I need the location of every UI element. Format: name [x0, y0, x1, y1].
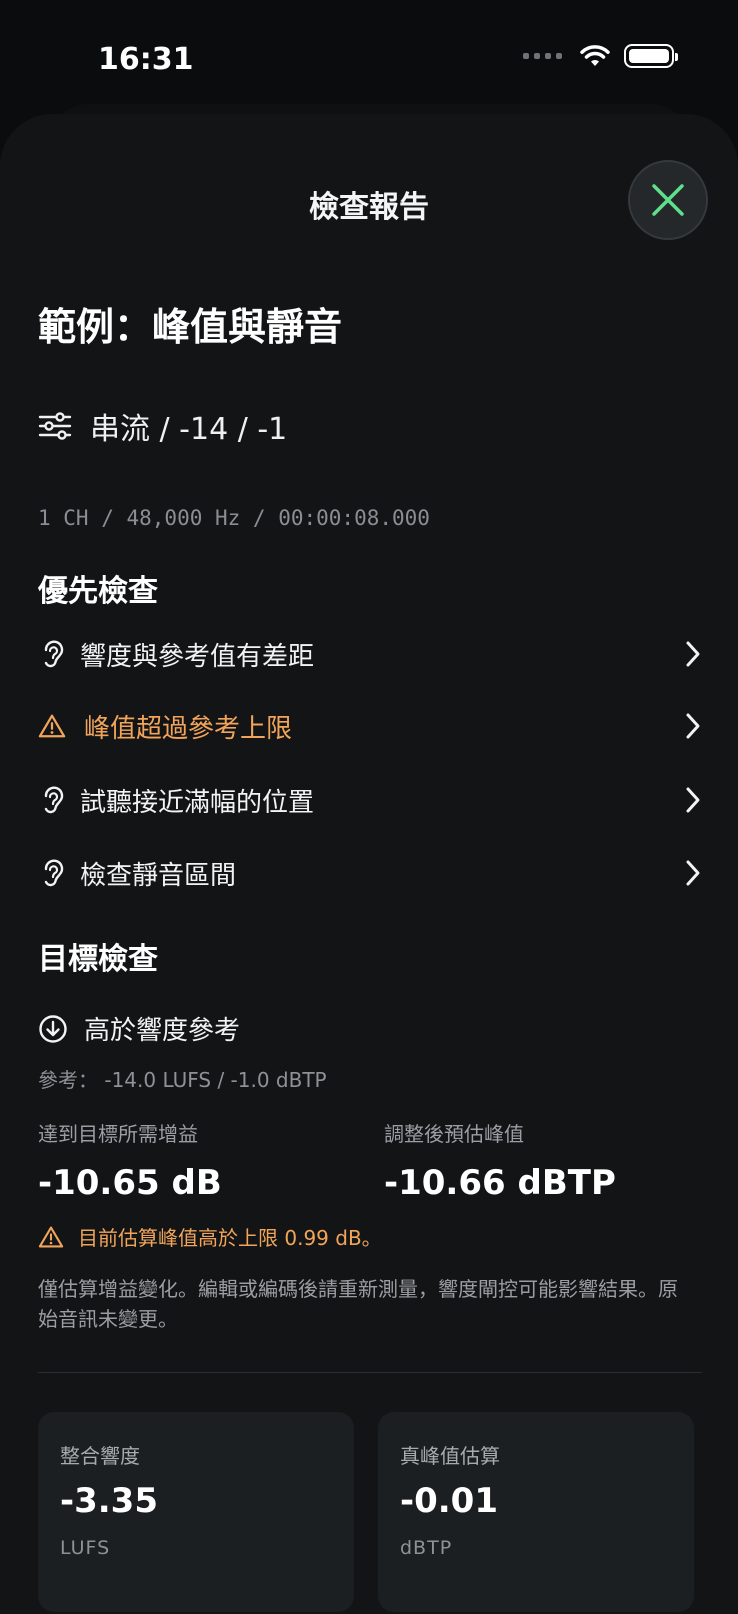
target-status-label: 高於響度參考 [84, 1016, 241, 1046]
divider [38, 1372, 702, 1373]
peak-value: -10.66 dBTP [384, 1163, 616, 1203]
chevron-right-icon [686, 860, 700, 886]
chevron-right-icon [686, 787, 700, 813]
close-button[interactable] [628, 160, 708, 240]
ear-icon [38, 857, 66, 889]
warning-icon [38, 1226, 64, 1247]
status-bar: 16:31 [0, 0, 738, 120]
card-value: -0.01 [400, 1481, 498, 1521]
peak-metric: 調整後預估峰值 -10.66 dBTP [384, 1118, 616, 1203]
list-item-label: 檢查靜音區間 [80, 860, 237, 891]
report-sheet: 檢查報告 範例：峰值與靜音 串流 / -14 / -1 1 CH / 48,00… [0, 114, 738, 1614]
warning-icon [38, 710, 66, 742]
preset-row[interactable]: 串流 / -14 / -1 [38, 404, 287, 448]
estimate-note: 僅估算增益變化。編輯或編碼後請重新測量，響度閘控可能影響結果。原始音訊未變更。 [38, 1277, 678, 1331]
priority-item-loudness-gap[interactable]: 響度與參考值有差距 [38, 629, 702, 679]
peak-caption: 調整後預估峰值 [384, 1122, 524, 1146]
chevron-right-icon [686, 641, 700, 667]
priority-item-silence[interactable]: 檢查靜音區間 [38, 848, 702, 898]
card-caption: 整合響度 [60, 1444, 140, 1468]
preset-label: 串流 / -14 / -1 [90, 412, 288, 447]
cellular-signal-icon [523, 53, 562, 59]
close-icon [652, 184, 684, 216]
chevron-right-icon [686, 713, 700, 739]
peak-warning: 目前估算峰值高於上限 0.99 dB。 [38, 1222, 382, 1251]
status-time: 16:31 [98, 42, 194, 77]
warning-text: 目前估算峰值高於上限 0.99 dB。 [78, 1226, 382, 1250]
target-status: 高於響度參考 [38, 1010, 240, 1047]
card-caption: 真峰值估算 [400, 1444, 500, 1468]
gain-caption: 達到目標所需增益 [38, 1122, 198, 1146]
list-item-label: 試聽接近滿幅的位置 [80, 787, 315, 818]
card-unit: LUFS [60, 1537, 111, 1559]
target-heading: 目標檢查 [38, 942, 158, 977]
page-title: 範例：峰值與靜音 [38, 305, 343, 349]
integrated-loudness-card: 整合響度 -3.35 LUFS [38, 1412, 354, 1612]
card-unit: dBTP [400, 1537, 453, 1559]
priority-item-near-full-scale[interactable]: 試聽接近滿幅的位置 [38, 775, 702, 825]
status-icons [523, 44, 678, 68]
true-peak-card: 真峰值估算 -0.01 dBTP [378, 1412, 694, 1612]
priority-item-peak-over-limit[interactable]: 峰值超過參考上限 [38, 701, 702, 751]
battery-icon [624, 44, 678, 68]
reference-text: 參考： -14.0 LUFS / -1.0 dBTP [38, 1068, 327, 1092]
ear-icon [38, 784, 66, 816]
priority-heading: 優先檢查 [38, 574, 158, 609]
ear-icon [38, 638, 66, 670]
card-value: -3.35 [60, 1481, 158, 1521]
list-item-label: 響度與參考值有差距 [80, 641, 315, 672]
arrow-down-circle-icon [39, 1014, 67, 1043]
wifi-icon [580, 45, 610, 66]
gain-metric: 達到目標所需增益 -10.65 dB [38, 1118, 222, 1203]
list-item-label: 峰值超過參考上限 [84, 713, 293, 744]
gain-value: -10.65 dB [38, 1163, 222, 1203]
audio-meta: 1 CH / 48,000 Hz / 00:00:08.000 [38, 506, 430, 530]
sliders-icon [38, 412, 72, 440]
